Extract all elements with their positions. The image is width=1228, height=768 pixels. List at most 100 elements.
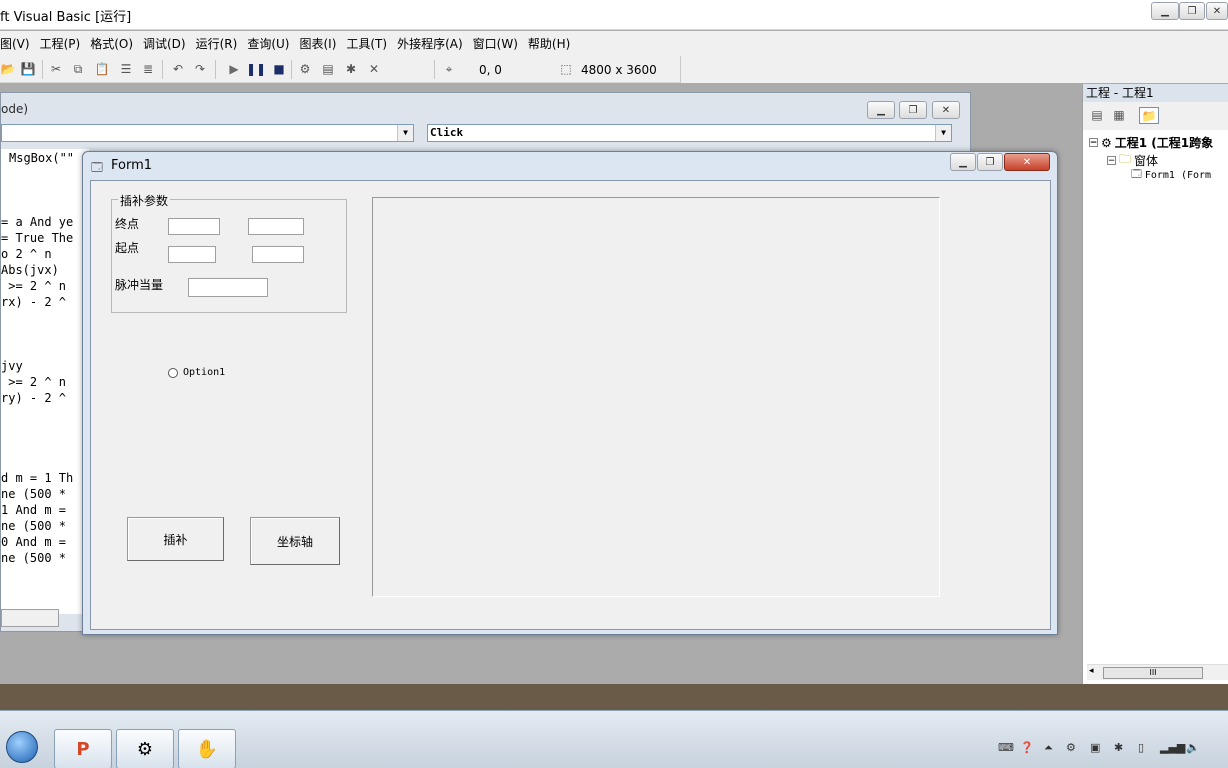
taskbar-recorder[interactable]: ✋	[178, 729, 236, 768]
keyboard-icon[interactable]: ⌨	[998, 741, 1014, 754]
code-hscrollbar[interactable]	[1, 609, 59, 627]
bluetooth-icon[interactable]: ✱	[1114, 741, 1123, 754]
object-combo[interactable]: ▼	[1, 124, 414, 142]
properties-window-icon[interactable]: ▤	[320, 62, 336, 76]
code-editor[interactable]: MsgBox("" = a And ye = True The o 2 ^ n …	[1, 149, 89, 614]
stop-icon[interactable]: ■	[271, 62, 287, 76]
close-button[interactable]: ✕	[1206, 2, 1228, 20]
menu-format[interactable]: 格式(O)	[85, 35, 138, 52]
menu-view[interactable]: 图(V)	[0, 35, 35, 52]
break-icon[interactable]: ❚❚	[246, 62, 266, 76]
code-maximize-button[interactable]: ❐	[899, 101, 927, 119]
code-line: ne (500 *	[1, 551, 67, 565]
toolbox-icon[interactable]: ✕	[366, 62, 382, 76]
powerpoint-icon: P	[76, 738, 90, 760]
signal-icon[interactable]: ▂▄▆	[1160, 741, 1185, 754]
option1-label: Option1	[183, 367, 226, 378]
restore-icon: ❐	[985, 156, 995, 168]
interpolate-button[interactable]: 插补	[127, 517, 224, 561]
code-window-title: ode)	[1, 102, 29, 116]
position-readout: 0, 0	[479, 63, 502, 77]
menu-addins[interactable]: 外接程序(A)	[392, 35, 468, 52]
project-icon: ⚙	[1101, 135, 1112, 150]
collapse-icon[interactable]: −	[1089, 138, 1098, 148]
tree-node-project[interactable]: − ⚙ 工程1 (工程1跨象	[1089, 134, 1213, 151]
paste-icon[interactable]: 📋	[94, 62, 110, 76]
find-icon[interactable]: ☰	[118, 62, 134, 76]
object-browser-icon[interactable]: ✱	[343, 62, 359, 76]
code-line: >= 2 ^ n	[1, 375, 67, 389]
procedure-combo[interactable]: Click ▼	[427, 124, 952, 142]
form1-close-button[interactable]: ✕	[1004, 153, 1050, 171]
start-icon[interactable]: ▶	[226, 62, 242, 76]
start-x-input[interactable]	[168, 246, 216, 263]
project-explorer: 工程 - 工程1 ▤ ▦ 📁 − ⚙ 工程1 (工程1跨象 − 🗀 窗体 🗔 F…	[1082, 84, 1228, 684]
open-project-icon[interactable]: 📂	[0, 62, 16, 76]
toggle-folders-icon[interactable]: 📁	[1139, 107, 1159, 124]
taskbar-powerpoint[interactable]: P	[54, 729, 112, 768]
desktop-strip	[0, 684, 1228, 710]
menu-run[interactable]: 运行(R)	[191, 35, 243, 52]
menu-debug[interactable]: 调试(D)	[138, 35, 191, 52]
save-icon[interactable]: 💾	[20, 62, 36, 76]
size-readout: 4800 x 3600	[581, 63, 657, 77]
form1-title: Form1	[111, 158, 153, 173]
menu-query[interactable]: 查询(U)	[242, 35, 294, 52]
vb6-icon: ⚙	[136, 738, 154, 760]
end-y-input[interactable]	[248, 218, 304, 235]
code-minimize-button[interactable]: ▁	[867, 101, 895, 119]
form1-maximize-button[interactable]: ❐	[977, 153, 1003, 171]
start-icon[interactable]	[6, 731, 38, 763]
view-object-icon[interactable]: ▦	[1111, 108, 1127, 122]
tree-node-form1[interactable]: 🗔 Form1 (Form	[1131, 167, 1211, 184]
project-tree: − ⚙ 工程1 (工程1跨象 − 🗀 窗体 🗔 Form1 (Form	[1083, 130, 1228, 664]
copy-icon[interactable]: ⧉	[70, 62, 86, 76]
battery-icon[interactable]: ▯	[1138, 741, 1144, 754]
restore-icon: ❐	[908, 104, 918, 116]
menu-project[interactable]: 工程(P)	[35, 35, 86, 52]
code-close-button[interactable]: ✕	[932, 101, 960, 119]
display-icon[interactable]: ▣	[1090, 741, 1100, 754]
tray-up-icon[interactable]: ⏶	[1044, 741, 1053, 755]
code-line: >= 2 ^ n	[1, 279, 67, 293]
collapse-icon[interactable]: −	[1107, 156, 1116, 166]
chevron-down-icon[interactable]: ▼	[397, 125, 413, 141]
taskbar: P ⚙ ✋ ⌨ ❓ ⏶ ⚙ ▣ ✱ ▯ ▂▄▆ 🔈	[0, 710, 1228, 768]
radio-circle-icon[interactable]	[168, 367, 178, 378]
indent-icon[interactable]: ≣	[140, 62, 156, 76]
toolbar-separator	[434, 60, 435, 79]
undo-icon[interactable]: ↶	[170, 62, 186, 76]
app-title: ft Visual Basic [运行]	[0, 10, 132, 25]
redo-icon[interactable]: ↷	[192, 62, 208, 76]
scroll-thumb[interactable]: III	[1103, 667, 1203, 679]
code-line: ry) - 2 ^	[1, 391, 67, 405]
procedure-combo-value: Click	[430, 126, 464, 139]
maximize-button[interactable]: ❐	[1179, 2, 1205, 20]
menu-help[interactable]: 帮助(H)	[523, 35, 575, 52]
toolbar-separator	[162, 60, 163, 79]
menu-diagram[interactable]: 图表(I)	[294, 35, 341, 52]
view-code-icon[interactable]: ▤	[1089, 108, 1105, 122]
minimize-button[interactable]: ▁	[1151, 2, 1179, 20]
option1-radio[interactable]: Option1	[168, 367, 225, 378]
axis-button[interactable]: 坐标轴	[250, 517, 340, 565]
menu-tools[interactable]: 工具(T)	[341, 35, 392, 52]
project-hscrollbar[interactable]: ◂ III	[1087, 664, 1228, 680]
project-explorer-icon[interactable]: ⚙	[297, 62, 313, 76]
form1-minimize-button[interactable]: ▁	[950, 153, 976, 171]
chevron-down-icon[interactable]: ▼	[935, 125, 951, 141]
scroll-left-icon[interactable]: ◂	[1089, 666, 1094, 676]
end-x-input[interactable]	[168, 218, 220, 235]
cut-icon[interactable]: ✂	[48, 62, 64, 76]
start-y-input[interactable]	[252, 246, 304, 263]
menu-window[interactable]: 窗口(W)	[468, 35, 523, 52]
drawing-picturebox[interactable]	[372, 197, 940, 597]
help-icon[interactable]: ❓	[1020, 741, 1034, 754]
network-settings-icon[interactable]: ⚙	[1066, 741, 1076, 754]
taskbar-vb6[interactable]: ⚙	[116, 729, 174, 768]
code-line: ne (500 *	[1, 519, 67, 533]
volume-icon[interactable]: 🔈	[1186, 741, 1200, 754]
pulse-input[interactable]	[188, 278, 268, 297]
pulse-equivalent-label: 脉冲当量	[115, 278, 164, 292]
code-line: Abs(jvx)	[1, 263, 59, 277]
